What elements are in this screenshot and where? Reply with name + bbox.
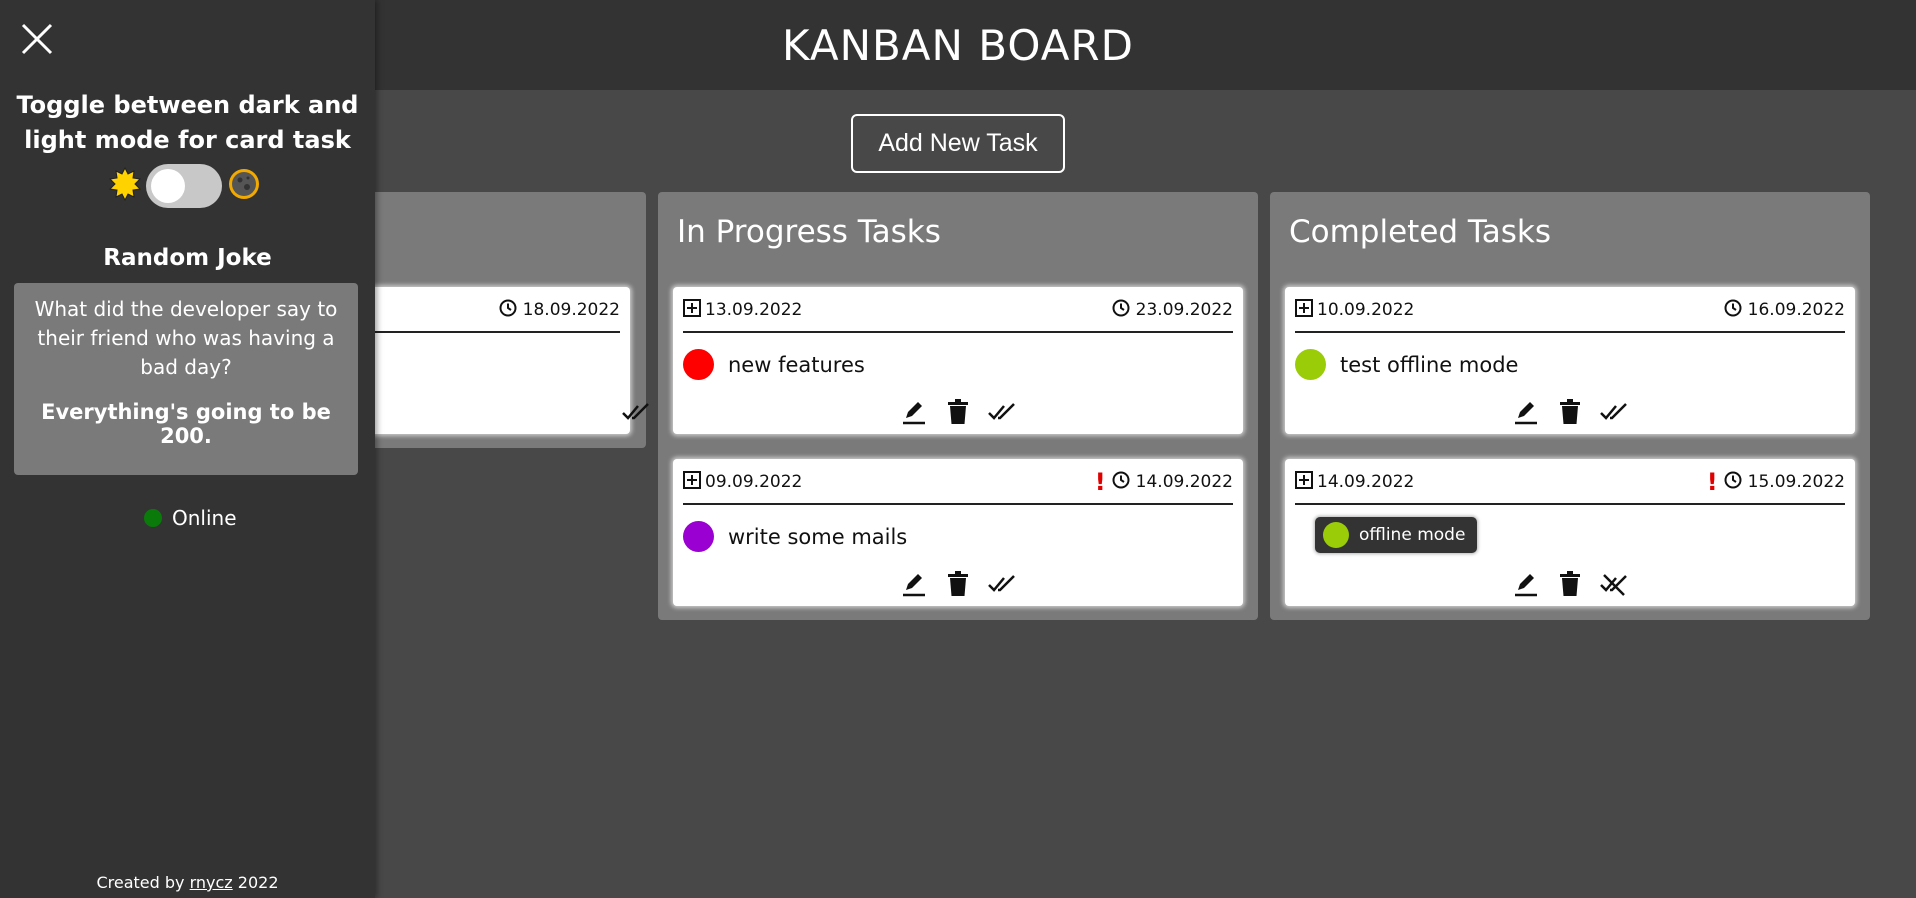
theme-toggle-title: Toggle between dark and light mode for c… [16,91,359,154]
status-label: Online [172,506,237,530]
joke-box: What did the developer say to their frie… [14,283,358,475]
sidebar: Toggle between dark and light mode for c… [0,0,375,898]
footer-year: 2022 [237,873,279,892]
edit-pencil-icon[interactable] [900,570,928,598]
created-date: 14.09.2022 [1317,472,1415,492]
created-date: 09.09.2022 [705,472,803,492]
created-date: 13.09.2022 [705,300,803,320]
priority-exclamation-icon: ! [1094,468,1106,496]
column-completed: Completed Tasks 10.09.2022 16.09.2022 te… [1270,192,1870,620]
created-plus-icon [1295,470,1313,494]
task-title: test offline mode [1340,352,1519,377]
column-title: Completed Tasks [1289,214,1551,250]
clock-icon [1724,299,1742,322]
joke-answer: Everything's going to be 200. [41,400,331,448]
delete-trash-icon[interactable] [1556,398,1584,426]
created-plus-icon [683,298,701,322]
clock-icon [1724,471,1742,494]
task-title: offline mode [1359,525,1466,545]
created-plus-icon [1295,298,1313,322]
due-date: 15.09.2022 [1747,472,1845,492]
edit-pencil-icon[interactable] [1512,570,1540,598]
task-tag: offline mode [1315,517,1478,553]
clock-icon [499,299,517,322]
connection-status: Online [144,506,237,530]
moon-icon [226,166,262,206]
author-link[interactable]: rnycz [190,873,233,892]
task-card: 09.09.2022 ! 14.09.2022 write some mails [673,459,1243,606]
uncomplete-task-icon[interactable] [1600,570,1628,598]
close-icon[interactable] [20,22,54,56]
card-divider [1295,331,1845,333]
card-divider [683,331,1233,333]
sun-icon [108,166,142,205]
theme-toggle-switch[interactable] [146,164,222,208]
joke-question: What did the developer say to their frie… [34,297,338,379]
task-title: write some mails [728,524,908,549]
footer: Created by rnycz 2022 [0,873,375,892]
delete-trash-icon[interactable] [944,570,972,598]
column-in-progress: In Progress Tasks 13.09.2022 23.09.2022 … [658,192,1258,620]
task-title: new features [728,352,865,377]
due-date: 18.09.2022 [522,300,620,320]
card-divider [1295,503,1845,505]
footer-prefix: Created by [96,873,185,892]
theme-toggle-row [108,164,262,208]
card-divider [683,503,1233,505]
created-date: 10.09.2022 [1317,300,1415,320]
complete-task-icon[interactable] [988,398,1016,426]
joke-title: Random Joke [103,245,272,271]
task-color-dot [683,521,714,552]
due-date: 16.09.2022 [1747,300,1845,320]
delete-trash-icon[interactable] [944,398,972,426]
page-title: KANBAN BOARD [782,20,1134,70]
task-color-dot [1295,349,1326,380]
priority-exclamation-icon: ! [1706,468,1718,496]
online-status-dot [144,509,162,527]
edit-pencil-icon[interactable] [900,398,928,426]
complete-task-icon[interactable] [1600,398,1628,426]
add-new-task-button[interactable]: Add New Task [851,114,1065,173]
edit-pencil-icon[interactable] [1512,398,1540,426]
delete-trash-icon[interactable] [1556,570,1584,598]
task-card: 13.09.2022 23.09.2022 new features [673,287,1243,434]
task-color-dot [1323,522,1349,548]
clock-icon [1112,471,1130,494]
due-date: 23.09.2022 [1135,300,1233,320]
created-plus-icon [683,470,701,494]
due-date: 14.09.2022 [1135,472,1233,492]
complete-task-icon[interactable] [622,398,650,426]
task-card: 14.09.2022 ! 15.09.2022 offline mode [1285,459,1855,606]
clock-icon [1112,299,1130,322]
task-color-dot [683,349,714,380]
column-title: In Progress Tasks [677,214,941,250]
complete-task-icon[interactable] [988,570,1016,598]
switch-knob [151,169,185,203]
task-card: 10.09.2022 16.09.2022 test offline mode [1285,287,1855,434]
